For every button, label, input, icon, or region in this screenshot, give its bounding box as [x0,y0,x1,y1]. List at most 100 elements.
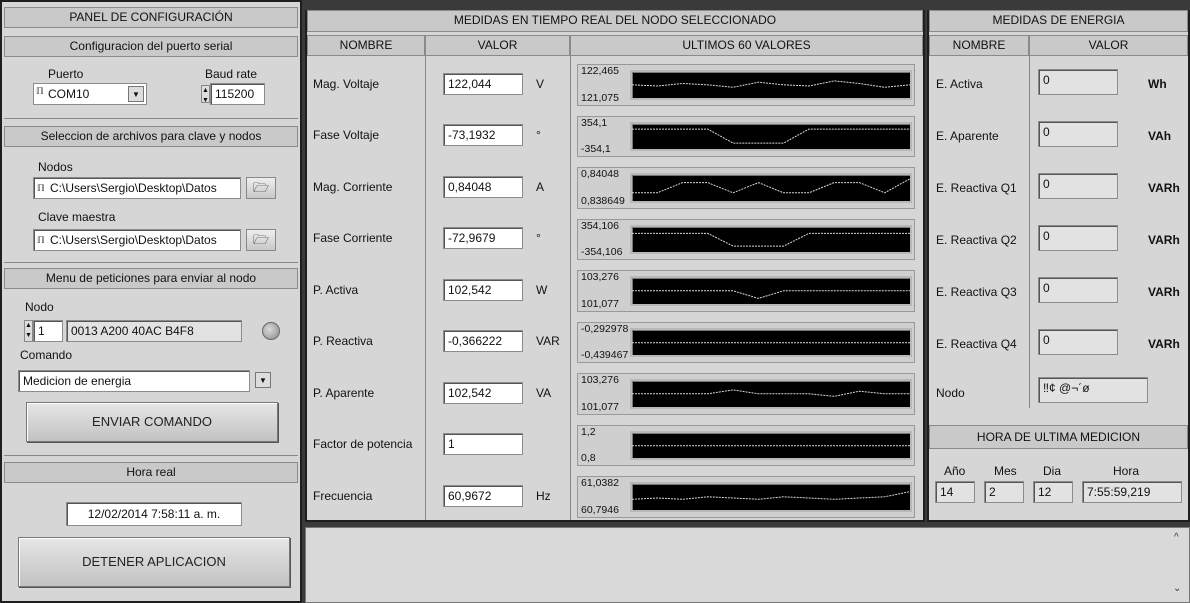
measurement-unit: ° [536,128,541,143]
request-menu-header: Menu de peticiones para enviar al nodo [4,268,298,289]
master-key-path-field[interactable]: ℿ C:\Users\Sergio\Desktop\Datos [33,229,241,251]
node-number-field[interactable]: 1 [33,320,63,342]
divider [4,118,298,119]
node-status-led [262,322,280,340]
measurement-value-field: 122,044 [443,72,523,95]
node-number-spinner[interactable]: ▲ ▼ [24,320,33,342]
sparkline-graph [630,379,912,409]
energy-value-field: 0 [1038,329,1118,355]
scroll-up-icon[interactable]: ^ [1174,532,1179,543]
sparkline-line [631,80,911,88]
baud-rate-field[interactable]: 115200 [210,83,265,105]
master-key-label: Clave maestra [38,210,116,224]
sparkline-line [632,290,910,299]
energy-name: E. Reactiva Q2 [936,233,1017,247]
chevron-down-icon[interactable]: ▼ [128,86,144,102]
measurement-name: Fase Voltaje [313,128,380,143]
energy-name: E. Reactiva Q1 [936,181,1017,195]
measurement-name: P. Activa [313,282,359,297]
energy-name: E. Reactiva Q4 [936,337,1017,351]
column-divider [1029,56,1030,408]
sparkline-trace [632,389,910,397]
sparkline-trace [631,80,911,88]
measurement-value-field: 0,84048 [443,175,523,198]
baud-rate-spinner[interactable]: ▲ ▼ [201,85,210,104]
month-field: 2 [984,481,1024,503]
sparkline-min-label: 60,7946 [580,503,620,516]
sparkline-graph [630,173,912,203]
sparkline-min-label: 0,838649 [580,194,626,207]
day-label: Dia [1043,464,1062,478]
measurement-name: Mag. Voltaje [313,76,380,91]
energy-node-field: ‼¢ @¬´ø [1038,377,1148,403]
measurement-unit: VA [536,385,552,400]
stop-application-button[interactable]: DETENER APLICACION [18,537,290,587]
send-command-button[interactable]: ENVIAR COMANDO [26,402,278,442]
nodes-path: C:\Users\Sergio\Desktop\Datos [50,181,217,195]
sparkline-max-label: 354,1 [580,116,609,129]
real-time-header: Hora real [4,462,298,483]
measurement-unit: W [536,282,548,297]
port-value: COM10 [48,87,90,101]
measurement-unit: ° [536,231,541,246]
sparkline-trace [632,341,910,343]
sparkline-max-label: 103,276 [580,374,620,386]
master-key-path: C:\Users\Sergio\Desktop\Datos [50,233,217,247]
energy-unit: VAh [1148,129,1172,143]
column-divider [570,56,571,520]
sparkline-max-label: 61,0382 [580,477,620,489]
nodes-path-field[interactable]: ℿ C:\Users\Sergio\Desktop\Datos [33,177,241,199]
measurement-unit: Hz [536,488,551,503]
sparkline-trace [632,178,911,194]
sparkline-trace [631,491,911,500]
measurement-value-field: 1 [443,433,523,456]
energy-col-value-header: VALOR [1029,35,1188,56]
last-measurement-header: HORA DE ULTIMA MEDICION [929,425,1188,449]
energy-value-field: 0 [1038,173,1118,199]
sparkline-line [632,232,910,247]
scroll-down-icon[interactable]: ⌄ [1173,583,1181,594]
command-dropdown-icon[interactable]: ▼ [255,372,271,388]
browse-nodes-folder-icon[interactable]: 🗁 [246,177,276,199]
energy-col-name-header: NOMBRE [929,35,1029,56]
year-field: 14 [935,481,975,503]
energy-unit: Wh [1148,77,1167,91]
message-log-area[interactable] [305,527,1190,603]
sparkline-line [632,389,910,397]
sparkline-graph [630,430,912,460]
measurement-value-field: 60,9672 [443,484,523,507]
node-address-field: 0013 A200 40AC B4F8 [66,320,242,342]
sparkline-line [632,128,910,144]
energy-unit: VARh [1148,181,1180,195]
path-icon: ℿ [37,235,45,245]
sparkline-max-label: 1,2 [580,425,597,438]
sparkline-graph [630,276,912,306]
col-last-60-header: ULTIMOS 60 VALORES [570,35,923,56]
sparkline-graph [630,70,912,100]
sparkline-max-label: 0,84048 [580,168,620,180]
port-select[interactable]: ℿ COM10 ▼ [33,83,147,105]
divider [4,455,298,456]
energy-unit: VARh [1148,285,1180,299]
energy-unit: VARh [1148,233,1180,247]
col-value-header: VALOR [425,35,570,56]
column-divider [425,56,426,520]
hour-label: Hora [1113,464,1140,478]
baud-rate-label: Baud rate [205,67,258,81]
measurement-name: Fase Corriente [313,231,393,246]
day-field: 12 [1033,481,1073,503]
port-label: Puerto [48,67,84,81]
month-label: Mes [994,464,1017,478]
sparkline-max-label: 103,276 [580,271,620,283]
energy-value-field: 0 [1038,277,1118,303]
sparkline-min-label: 121,075 [580,91,620,104]
port-io-icon: ℿ [36,86,44,96]
path-icon: ℿ [37,183,45,193]
command-select[interactable]: Medicion de energia [18,370,250,392]
sparkline-graph [630,121,912,151]
hour-field: 7:55:59,219 [1082,481,1182,503]
sparkline-min-label: -354,1 [580,143,612,155]
sparkline-trace [632,232,910,247]
browse-key-folder-icon[interactable]: 🗁 [246,229,276,251]
file-selection-header: Seleccion de archivos para clave y nodos [4,126,298,147]
